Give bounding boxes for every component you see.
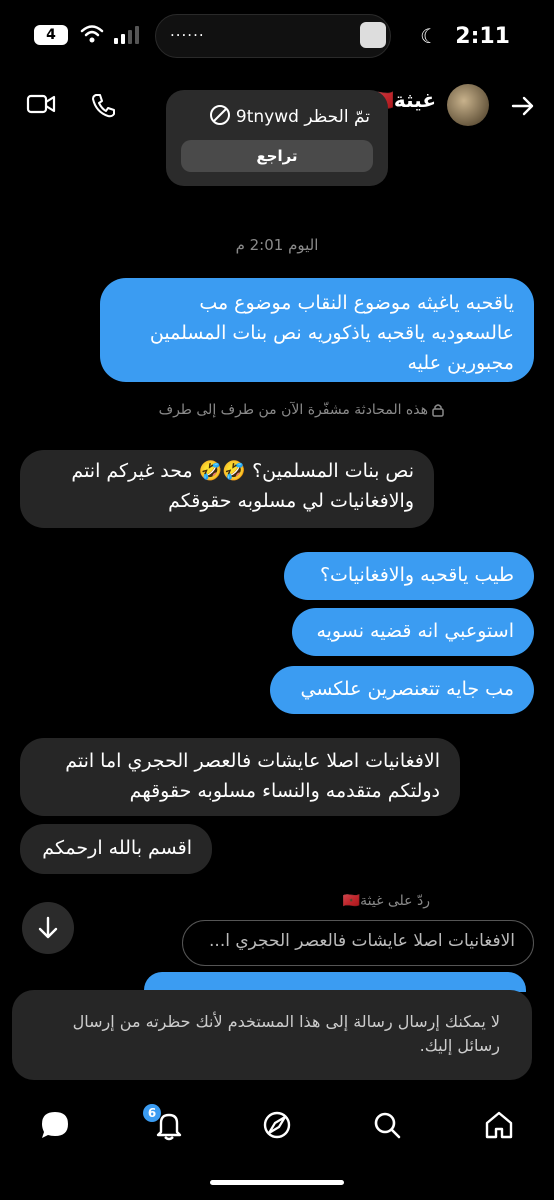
battery-icon: 4 [34,25,68,45]
island-text: ...... [170,22,205,40]
avatar[interactable] [447,84,489,126]
compass-icon[interactable] [260,1108,294,1142]
wifi-icon [80,25,104,43]
message-bubble[interactable]: نص بنات المسلمين؟ 🤣🤣 محد غيركم انتم والا… [20,450,434,528]
reply-quote[interactable]: الافغانيات اصلا عايشات فالعصر الحجري ا..… [182,920,534,966]
arrow-right-icon[interactable] [510,94,536,118]
partial-message-bubble [144,972,526,992]
message-bubble[interactable]: استوعبي انه قضيه نسويه [292,608,534,656]
encryption-note: هذه المحادثة مشفّرة الآن من طرف إلى طرف [158,402,428,418]
scroll-down-button[interactable] [22,902,74,954]
signal-icon [114,26,139,44]
message-bubble[interactable]: طيب ياقحبه والافغانيات؟ [284,552,534,600]
reply-label: ردّ على غيثة🇲🇦 [342,893,430,909]
message-bubble[interactable]: ياقحبه ياغيثه موضوع النقاب موضوع مب عالس… [100,278,534,382]
arrow-down-icon [38,916,58,939]
status-time: 2:11 [455,24,510,49]
lock-icon [432,404,444,417]
message-bubble[interactable]: اقسم بالله ارحمكم [20,824,212,874]
island-thumbnail [360,22,386,48]
blocked-notice: لا يمكنك إرسال رسالة إلى هذا المستخدم لأ… [72,1012,500,1055]
message-bubble[interactable]: الافغانيات اصلا عايشات فالعصر الحجري اما… [20,738,460,816]
notification-badge: 6 [143,1104,161,1122]
toast-text: تمّ الحظر 9tnywd [180,104,370,127]
undo-button[interactable]: تراجع [181,140,373,172]
search-icon[interactable] [370,1108,404,1142]
video-call-icon[interactable] [26,92,56,116]
date-label: اليوم 2:01 م [235,236,319,254]
chat-icon[interactable] [38,1108,72,1142]
block-icon [209,105,230,125]
home-indicator [210,1180,344,1185]
phone-icon[interactable] [90,92,116,118]
moon-icon: ☾ [420,24,438,48]
home-icon[interactable] [482,1108,516,1142]
message-bubble[interactable]: مب جايه تتعنصرين علكسي [270,666,534,714]
